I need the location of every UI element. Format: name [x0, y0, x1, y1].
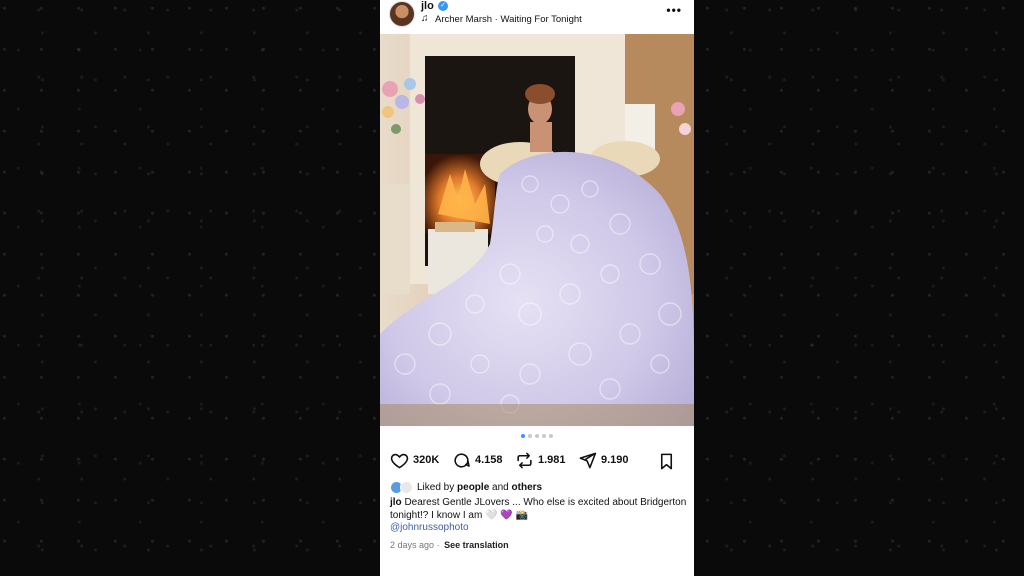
caption-text: Dearest Gentle JLovers ... Who else is e…: [390, 497, 687, 521]
repost-icon: [517, 452, 532, 468]
save-button[interactable]: [657, 451, 676, 471]
heart-icon: [390, 453, 409, 469]
caption-username[interactable]: jlo: [390, 497, 402, 508]
liked-by-text: Liked by people and others: [417, 481, 543, 493]
comment-icon: [454, 452, 470, 468]
liked-by-row[interactable]: Liked by people and others: [390, 480, 542, 494]
more-options-icon[interactable]: •••: [666, 3, 682, 17]
carousel-dot: [521, 434, 525, 438]
carousel-indicator: [380, 434, 694, 442]
repost-button[interactable]: 1.981: [515, 450, 566, 470]
audio-artist: Archer Marsh: [435, 14, 493, 25]
comment-button[interactable]: 4.158: [452, 450, 503, 470]
post-header: jlo ✓ ♫ Archer Marsh · Waiting For Tonig…: [380, 0, 694, 34]
share-button[interactable]: 9.190: [578, 450, 629, 470]
likes-count: 320K: [413, 454, 440, 466]
footer-separator: ·: [436, 540, 440, 550]
music-note-icon: ♫: [421, 13, 429, 24]
post-time: 2 days ago: [390, 540, 435, 550]
post-caption: jlo Dearest Gentle JLovers ... Who else …: [390, 496, 688, 522]
bookmark-icon: [660, 453, 673, 469]
post-photo[interactable]: [380, 34, 694, 426]
photographer-mention[interactable]: @johnrussophoto: [390, 522, 469, 533]
like-button[interactable]: 320K: [390, 450, 439, 470]
liker-avatar: [400, 480, 413, 494]
carousel-dot: [528, 434, 532, 438]
carousel-dot: [549, 434, 553, 438]
shares-count: 9.190: [601, 454, 629, 466]
verified-badge-icon: ✓: [438, 1, 448, 11]
send-icon: [579, 452, 597, 468]
post-footer: 2 days ago · See translation: [390, 540, 509, 550]
audio-separator: ·: [494, 14, 498, 25]
reposts-count: 1.981: [538, 454, 566, 466]
audio-track: Waiting For Tonight: [500, 14, 582, 25]
see-translation-link[interactable]: See translation: [444, 540, 509, 550]
action-bar: 320K 4.158 1.981 9.190: [390, 450, 690, 470]
username[interactable]: jlo: [421, 0, 434, 12]
carousel-dot: [535, 434, 539, 438]
instagram-post: jlo ✓ ♫ Archer Marsh · Waiting For Tonig…: [380, 0, 694, 576]
comments-count: 4.158: [475, 454, 503, 466]
profile-avatar[interactable]: [389, 1, 415, 27]
carousel-dot: [542, 434, 546, 438]
audio-link[interactable]: Archer Marsh · Waiting For Tonight: [435, 14, 582, 25]
